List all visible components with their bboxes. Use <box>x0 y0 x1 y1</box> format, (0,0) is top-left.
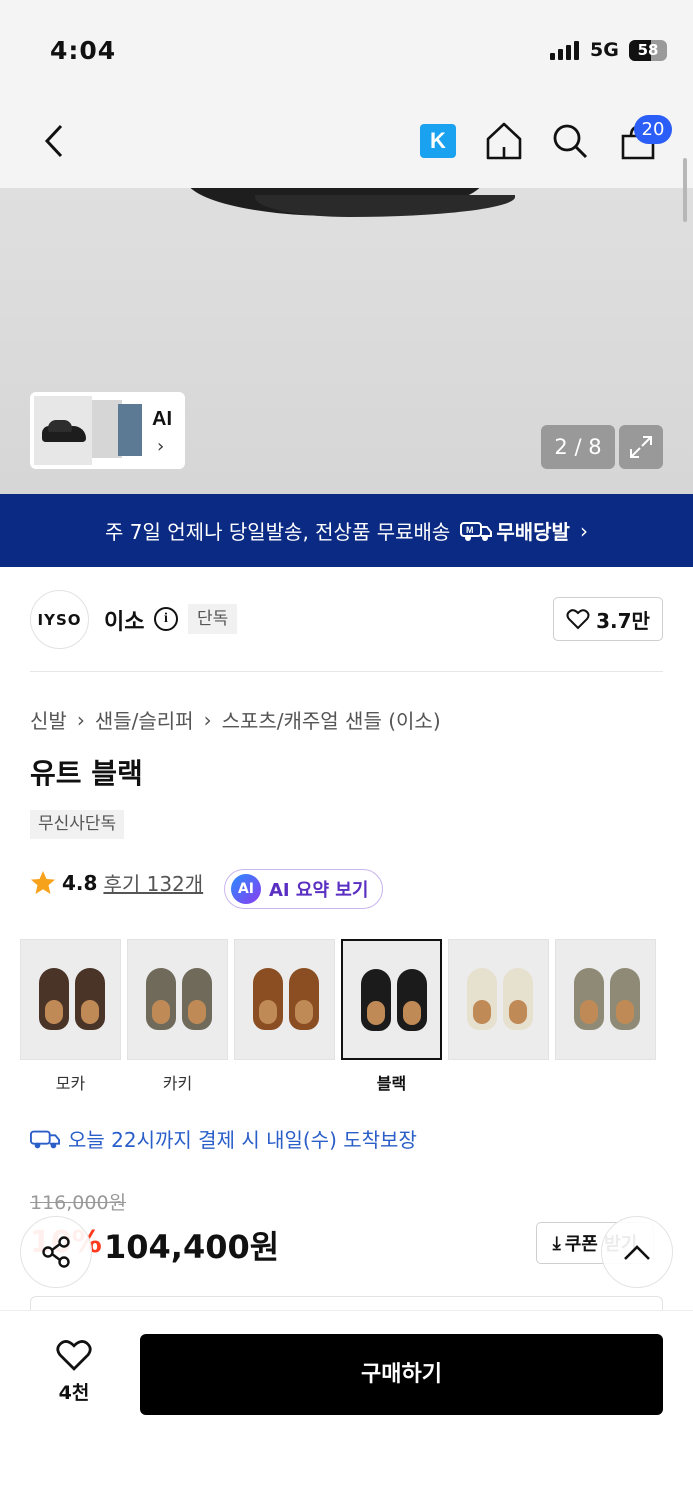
shoe-swatch <box>397 969 427 1031</box>
chevron-right-icon: › <box>157 436 165 457</box>
ai-summary-button[interactable]: AI AI 요약 보기 <box>224 869 384 909</box>
expand-icon[interactable] <box>619 425 663 469</box>
heart-icon <box>56 1340 92 1371</box>
chevron-left-icon[interactable] <box>36 120 72 162</box>
battery-label: 58 <box>637 41 659 59</box>
star-icon <box>31 870 55 894</box>
delivery-truck-icon <box>30 1130 60 1148</box>
brand-logo[interactable]: IYSO <box>30 590 89 649</box>
color-option-label: 모카 <box>55 1074 86 1093</box>
status-time: 4:04 <box>50 36 117 65</box>
image-counter: 2 / 8 <box>541 425 615 469</box>
divider <box>30 671 663 672</box>
shoe-swatch <box>182 968 212 1030</box>
color-option-label: 블랙 <box>376 1074 407 1093</box>
shipping-banner[interactable]: 주 7일 언제나 당일발송, 전상품 무료배송 M 무배당발 › <box>0 494 693 567</box>
scrollbar[interactable] <box>683 158 687 222</box>
color-option-image <box>127 939 228 1060</box>
k-badge-icon[interactable]: K <box>420 124 456 158</box>
breadcrumb-item[interactable]: 신발 <box>30 705 67 734</box>
network-label: 5G <box>590 39 619 61</box>
share-icon <box>42 1236 70 1268</box>
product-title: 유트 블랙 <box>30 757 143 790</box>
ai-summary-label: AI 요약 보기 <box>269 880 369 901</box>
cart-count-badge: 20 <box>634 115 672 144</box>
color-option-image <box>20 939 121 1060</box>
banner-text: 주 7일 언제나 당일발송, 전상품 무료배송 <box>105 520 451 544</box>
color-option[interactable]: 모카 <box>20 939 121 1093</box>
sale-price: 104,400원 <box>104 1228 280 1266</box>
color-options: 모카 카키 블랙 <box>20 939 656 1093</box>
breadcrumb: 신발 › 샌들/슬리퍼 › 스포츠/캐주얼 샌들 (이소) <box>30 705 441 734</box>
color-option[interactable] <box>448 939 549 1090</box>
svg-text:M: M <box>466 525 474 535</box>
ai-label: AI <box>152 408 172 430</box>
delivery-guarantee[interactable]: 오늘 22시까지 결제 시 내일(수) 도착보장 <box>30 1124 417 1153</box>
heart-icon <box>566 609 590 630</box>
home-icon[interactable] <box>484 120 524 162</box>
color-option-label: 카키 <box>162 1074 193 1093</box>
brand-name[interactable]: 이소 <box>104 604 144 636</box>
rating-row: 4.8 후기 132개 <box>30 868 203 897</box>
breadcrumb-item[interactable]: 스포츠/캐주얼 샌들 (이소) <box>222 705 441 734</box>
download-icon: ⤓ <box>552 1232 561 1254</box>
shoe-swatch <box>75 968 105 1030</box>
ai-icon: AI <box>231 874 261 904</box>
battery-icon: 58 <box>629 40 667 61</box>
color-option[interactable] <box>234 939 335 1090</box>
exclusive-tag: 단독 <box>188 604 238 634</box>
banner-badge-label: 무배당발 <box>496 520 570 544</box>
shoe-swatch <box>574 968 604 1030</box>
reviews-link[interactable]: 후기 132개 <box>103 868 203 897</box>
color-option[interactable]: 카키 <box>127 939 228 1093</box>
chevron-right-icon: › <box>579 518 588 543</box>
thumbnail-image <box>118 404 142 456</box>
wishlist-count: 4천 <box>58 1382 90 1404</box>
color-option-image <box>234 939 335 1060</box>
status-bar: 4:04 5G 58 <box>0 0 693 96</box>
buy-button[interactable]: 구매하기 <box>140 1334 663 1415</box>
color-option-image <box>341 939 442 1060</box>
original-price: 116,000원 <box>30 1192 127 1214</box>
rating-score: 4.8 <box>62 870 98 895</box>
shoe-swatch <box>467 968 497 1030</box>
signal-icon <box>550 41 579 60</box>
musinsa-exclusive-tag: 무신사단독 <box>30 810 125 839</box>
info-icon[interactable]: i <box>154 607 178 631</box>
ai-thumbnail-card[interactable]: AI › <box>30 392 185 469</box>
search-icon[interactable] <box>550 120 590 162</box>
shoe-swatch <box>253 968 283 1030</box>
breadcrumb-item[interactable]: 샌들/슬리퍼 <box>95 705 194 734</box>
delivery-text: 오늘 22시까지 결제 시 내일(수) 도착보장 <box>68 1128 417 1152</box>
shoe-swatch <box>146 968 176 1030</box>
brand-like-button[interactable]: 3.7만 <box>553 597 663 641</box>
wishlist-button[interactable]: 4천 <box>40 1338 108 1405</box>
brand-like-count: 3.7만 <box>596 608 650 633</box>
shoe-swatch <box>39 968 69 1030</box>
color-option[interactable]: 블랙 <box>341 939 442 1093</box>
scroll-top-button[interactable] <box>601 1216 673 1288</box>
shoe-swatch <box>610 968 640 1030</box>
color-option-image <box>555 939 656 1060</box>
banner-badge: M 무배당발 <box>460 516 570 545</box>
thumbnail-image <box>34 396 92 465</box>
chevron-right-icon: › <box>203 707 212 732</box>
shoe-swatch <box>361 969 391 1031</box>
color-option-image <box>448 939 549 1060</box>
share-button[interactable] <box>20 1216 92 1288</box>
color-option[interactable] <box>555 939 656 1090</box>
chevron-right-icon: › <box>76 707 85 732</box>
shoe-swatch <box>503 968 533 1030</box>
shoe-swatch <box>289 968 319 1030</box>
chevron-up-icon <box>624 1245 650 1260</box>
delivery-truck-icon: M <box>460 521 493 541</box>
